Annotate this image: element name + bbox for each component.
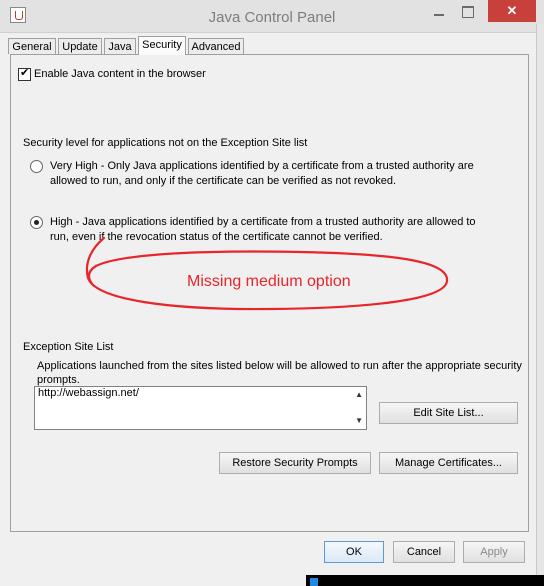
list-item[interactable]: http://webassign.net/ xyxy=(38,387,139,399)
taskbar-icon xyxy=(310,578,318,586)
annotation-text: Missing medium option xyxy=(187,273,351,290)
apply-button[interactable]: Apply xyxy=(463,541,525,563)
ok-button[interactable]: OK xyxy=(324,541,384,563)
restore-security-prompts-button[interactable]: Restore Security Prompts xyxy=(219,452,371,474)
edit-site-list-button[interactable]: Edit Site List... xyxy=(379,402,518,424)
scroll-down-icon[interactable]: ▼ xyxy=(355,416,363,425)
manage-certificates-button[interactable]: Manage Certificates... xyxy=(379,452,518,474)
exception-site-listbox[interactable]: http://webassign.net/ ▲ ▼ xyxy=(34,386,367,430)
exception-description: Applications launched from the sites lis… xyxy=(37,360,522,386)
scroll-up-icon[interactable]: ▲ xyxy=(355,390,363,399)
exception-site-list-title: Exception Site List xyxy=(23,341,114,353)
java-control-panel-window: Java Control Panel ✕ General Update Java… xyxy=(0,0,544,586)
cancel-button[interactable]: Cancel xyxy=(393,541,455,563)
annotation-ellipse xyxy=(85,236,449,311)
taskbar-strip xyxy=(306,575,544,586)
tab-security[interactable]: Security xyxy=(138,36,186,55)
